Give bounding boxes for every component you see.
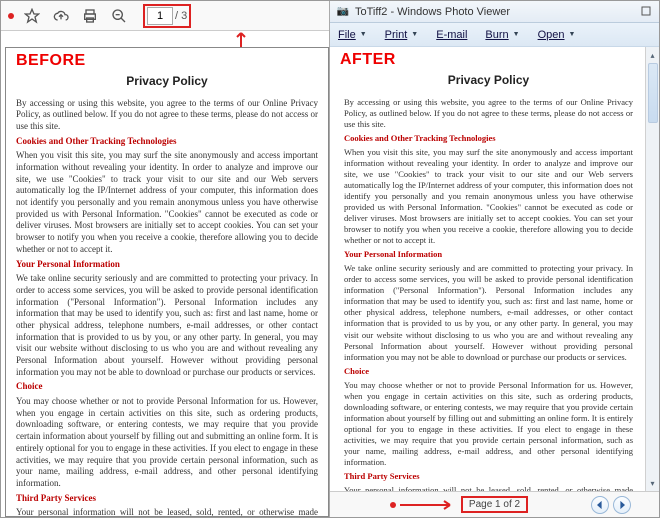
wpv-footer: Page 1 of 2 [330, 491, 659, 517]
after-panel: 📷 ToTiff2 - Windows Photo Viewer File▼ P… [330, 1, 659, 517]
sec-cookies-heading: Cookies and Other Tracking Technologies [344, 133, 633, 144]
after-doc-body: Privacy Policy By accessing or using thi… [330, 69, 645, 491]
print-icon[interactable] [79, 5, 101, 27]
scroll-track[interactable] [647, 63, 659, 475]
annotation-dot [8, 13, 14, 19]
menu-file[interactable]: File▼ [338, 29, 367, 41]
page-total-label: / 3 [175, 10, 187, 22]
scroll-thumb[interactable] [648, 63, 658, 123]
annotation-arrow-before [1, 31, 329, 45]
sec-cookies-text: When you visit this site, you may surf t… [344, 147, 633, 246]
sec-thirdparty-heading: Third Party Services [344, 471, 633, 482]
intro-text: By accessing or using this website, you … [16, 98, 318, 133]
sec-personal-text: We take online security seriously and ar… [344, 263, 633, 362]
sec-thirdparty-text: Your personal information will not be le… [16, 507, 318, 516]
sec-choice-heading: Choice [344, 366, 633, 377]
sec-personal-text: We take online security seriously and ar… [16, 273, 318, 378]
wpv-menubar: File▼ Print▼ E-mail Burn▼ Open▼ [330, 23, 659, 47]
upload-cloud-icon[interactable] [50, 5, 72, 27]
annotation-arrow-after [390, 498, 458, 512]
menu-email[interactable]: E-mail [436, 29, 467, 41]
prev-page-button[interactable] [591, 496, 609, 514]
intro-text: By accessing or using this website, you … [344, 97, 633, 130]
sec-personal-heading: Your Personal Information [16, 259, 318, 271]
menu-print[interactable]: Print▼ [385, 29, 419, 41]
scroll-up-button[interactable]: ▴ [647, 49, 659, 61]
sec-choice-text: You may choose whether or not to provide… [344, 380, 633, 468]
doc-title: Privacy Policy [16, 74, 318, 90]
sec-thirdparty-heading: Third Party Services [16, 493, 318, 505]
sec-personal-heading: Your Personal Information [344, 249, 633, 260]
before-doc-body: Privacy Policy By accessing or using thi… [6, 70, 328, 516]
annotation-dot [390, 502, 396, 508]
wpv-app-icon: 📷 [336, 5, 350, 19]
menu-open[interactable]: Open▼ [538, 29, 576, 41]
bookmark-icon[interactable] [21, 5, 43, 27]
wpv-title-text: ToTiff2 - Windows Photo Viewer [355, 6, 510, 18]
page-current-input[interactable] [147, 7, 173, 25]
zoom-out-icon[interactable] [108, 5, 130, 27]
wpv-titlebar: 📷 ToTiff2 - Windows Photo Viewer [330, 1, 659, 23]
maximize-icon[interactable] [641, 6, 653, 18]
sec-choice-text: You may choose whether or not to provide… [16, 396, 318, 490]
sec-cookies-heading: Cookies and Other Tracking Technologies [16, 136, 318, 148]
doc-title: Privacy Policy [344, 73, 633, 89]
page-indicator-after: Page 1 of 2 [461, 496, 528, 513]
sec-cookies-text: When you visit this site, you may surf t… [16, 150, 318, 255]
sec-choice-heading: Choice [16, 381, 318, 393]
scrollbar[interactable]: ▴ ▾ [645, 47, 659, 491]
scroll-down-button[interactable]: ▾ [647, 477, 659, 489]
menu-burn[interactable]: Burn▼ [485, 29, 519, 41]
before-label: BEFORE [6, 48, 328, 70]
after-label: AFTER [330, 47, 645, 69]
before-panel: / 3 BEFORE Privacy Policy By accessing o… [1, 1, 330, 517]
pdf-toolbar: / 3 [1, 1, 329, 31]
page-indicator-before: / 3 [143, 4, 191, 28]
wpv-nav [591, 496, 631, 514]
next-page-button[interactable] [613, 496, 631, 514]
